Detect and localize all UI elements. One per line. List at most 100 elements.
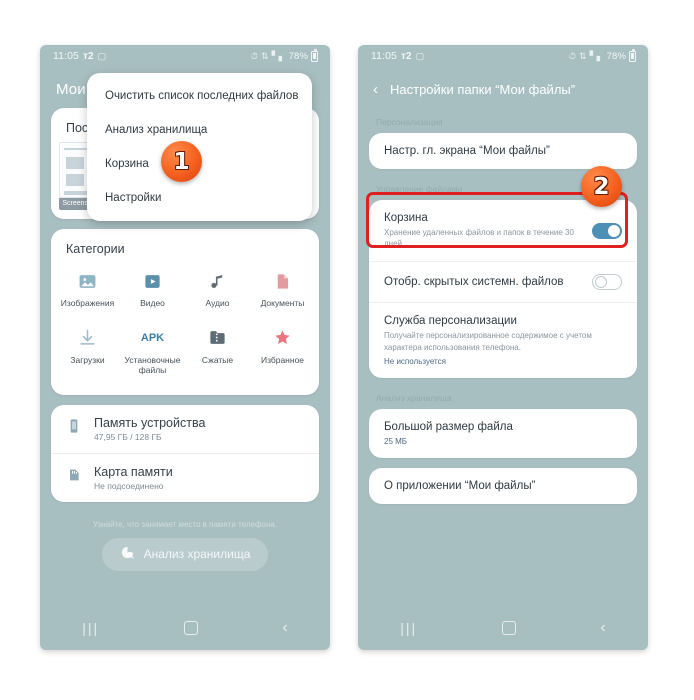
storage-device-subtitle: 47,95 ГБ / 128 ГБ bbox=[94, 431, 162, 442]
recents-icon[interactable]: ||| bbox=[82, 620, 99, 636]
storage-card: Память устройства 47,95 ГБ / 128 ГБ Карт… bbox=[51, 404, 319, 502]
back-icon[interactable]: ‹ bbox=[600, 619, 605, 637]
image-icon: ▢ bbox=[415, 50, 425, 61]
phone-screen-left: 11:05 т2 ▢ ⏱ ⇅ ▘▖ 78% Мои файлы Последни… bbox=[40, 45, 330, 650]
storage-analysis-icon bbox=[120, 545, 135, 563]
category-archives[interactable]: Сжатые bbox=[185, 322, 250, 381]
setting-trash-text: Корзина Хранение удаленных файлов и папо… bbox=[384, 212, 582, 249]
navigation-bar-right: ||| ‹ bbox=[358, 606, 648, 650]
image-icon bbox=[78, 270, 97, 292]
menu-item-storage-analysis[interactable]: Анализ хранилища bbox=[87, 113, 312, 147]
overflow-menu: Очистить список последних файлов Анализ … bbox=[87, 73, 312, 221]
toggle-trash[interactable] bbox=[592, 222, 622, 239]
card-storage-analysis: Большой размер файла 25 МБ bbox=[369, 408, 637, 458]
setting-large-file-size[interactable]: Большой размер файла 25 МБ bbox=[369, 409, 637, 458]
category-label: Аудио bbox=[205, 298, 230, 308]
category-images[interactable]: Изображения bbox=[55, 265, 120, 314]
status-bar-left: 11:05 т2 ▢ ⏱ ⇅ ▘▖ 78% bbox=[40, 45, 330, 67]
setting-trash[interactable]: Корзина Хранение удаленных файлов и папо… bbox=[369, 200, 637, 261]
back-icon[interactable]: ‹ bbox=[282, 619, 287, 637]
data-icon: ⇅ bbox=[578, 50, 587, 61]
categories-card: Категории Изображения Видео Аудио Докуме… bbox=[51, 229, 319, 395]
category-label: Сжатые bbox=[201, 354, 234, 365]
menu-item-clear-recent[interactable]: Очистить список последних файлов bbox=[87, 79, 312, 113]
carrier-label: т2 bbox=[401, 50, 412, 62]
status-time: 11:05 bbox=[371, 50, 397, 62]
categories-grid: Изображения Видео Аудио Документы Загруз… bbox=[51, 263, 319, 395]
menu-item-settings[interactable]: Настройки bbox=[87, 181, 312, 215]
setting-about-app[interactable]: О приложении “Мои файлы” bbox=[369, 468, 637, 504]
data-icon: ⇅ bbox=[260, 50, 269, 61]
apk-icon: APK bbox=[140, 331, 165, 344]
document-icon bbox=[273, 270, 292, 292]
category-documents[interactable]: Документы bbox=[250, 265, 315, 314]
setting-home-screen[interactable]: Настр. гл. экрана “Мои файлы” bbox=[369, 133, 637, 169]
category-audio[interactable]: Аудио bbox=[185, 265, 250, 314]
battery-percent: 78% bbox=[288, 50, 308, 62]
setting-title: Отобр. скрытых системн. файлов bbox=[384, 276, 564, 289]
audio-icon bbox=[208, 270, 227, 292]
status-bar-right-left-group: 11:05 т2 ▢ bbox=[371, 50, 424, 62]
step-badge-1: 1 bbox=[161, 141, 202, 182]
category-label: Загрузки bbox=[70, 354, 105, 365]
section-label-personalization: Персонализация bbox=[376, 117, 443, 127]
toggle-show-hidden-files[interactable] bbox=[592, 274, 622, 291]
section-label-storage-analysis: Анализ хранилища bbox=[376, 392, 452, 403]
alarm-icon: ⏱ bbox=[568, 50, 576, 61]
setting-value: 25 МБ bbox=[384, 436, 408, 446]
settings-header: ‹ Настройки папки “Мои файлы” bbox=[358, 67, 648, 111]
status-bar-right: 11:05 т2 ▢ ⏱ ⇅ ▘▖ 78% bbox=[358, 45, 648, 67]
setting-title: Настр. гл. экрана “Мои файлы” bbox=[384, 145, 550, 157]
card-about: О приложении “Мои файлы” bbox=[369, 467, 637, 504]
storage-device-text: Память устройства 47,95 ГБ / 128 ГБ bbox=[94, 416, 205, 442]
category-label: Видео bbox=[140, 298, 165, 308]
chevron-left-icon[interactable]: ‹ bbox=[373, 82, 378, 97]
setting-show-hidden-files[interactable]: Отобр. скрытых системн. файлов bbox=[369, 261, 637, 302]
battery-icon bbox=[311, 48, 318, 62]
category-apk[interactable]: APK Установочные файлы bbox=[120, 322, 185, 381]
category-label: Установочные файлы bbox=[124, 354, 181, 376]
storage-row-device[interactable]: Память устройства 47,95 ГБ / 128 ГБ bbox=[51, 405, 319, 453]
status-bar-right-group: ⏱ ⇅ ▘▖ 78% bbox=[251, 48, 318, 62]
setting-subtitle: Получайте персонализированное содержимое… bbox=[384, 331, 592, 352]
category-label: Изображения bbox=[60, 298, 115, 308]
category-favorites[interactable]: Избранное bbox=[250, 322, 315, 381]
setting-title: Большой размер файла bbox=[384, 420, 513, 433]
storage-row-sdcard[interactable]: Карта памяти Не подсоединено bbox=[51, 452, 319, 502]
carrier-label: т2 bbox=[83, 50, 94, 62]
recents-icon[interactable]: ||| bbox=[400, 620, 417, 636]
category-label: Документы bbox=[260, 298, 305, 308]
battery-icon bbox=[629, 48, 636, 62]
page-title-right: Настройки папки “Мои файлы” bbox=[390, 82, 576, 97]
archive-icon bbox=[208, 327, 227, 349]
storage-sd-title: Карта памяти bbox=[94, 464, 173, 479]
card-personalization: Настр. гл. экрана “Мои файлы” bbox=[369, 133, 637, 169]
storage-hint-text: Узнайте, что занимает место в памяти тел… bbox=[92, 519, 278, 529]
signal-icon: ▘▖ bbox=[589, 50, 604, 61]
signal-icon: ▘▖ bbox=[271, 50, 286, 61]
setting-title: Корзина bbox=[384, 212, 428, 224]
image-icon: ▢ bbox=[97, 50, 107, 61]
battery-percent: 78% bbox=[606, 50, 626, 62]
step-badge-2: 2 bbox=[581, 166, 622, 207]
phone-storage-icon bbox=[66, 418, 82, 439]
phone-screen-right: 11:05 т2 ▢ ⏱ ⇅ ▘▖ 78% ‹ Настройки папки … bbox=[358, 45, 648, 650]
card-file-management: Корзина Хранение удаленных файлов и папо… bbox=[369, 200, 637, 378]
navigation-bar-left: ||| ‹ bbox=[40, 606, 330, 650]
analyze-storage-button[interactable]: Анализ хранилища bbox=[102, 537, 268, 571]
category-label: Избранное bbox=[260, 354, 305, 365]
storage-sd-text: Карта памяти Не подсоединено bbox=[94, 465, 173, 491]
category-video[interactable]: Видео bbox=[120, 265, 185, 314]
status-bar-left-group: 11:05 т2 ▢ bbox=[53, 50, 106, 62]
home-icon[interactable] bbox=[501, 621, 516, 635]
setting-status: Не используется bbox=[384, 356, 446, 366]
status-time: 11:05 bbox=[53, 50, 79, 62]
setting-personalization-service[interactable]: Служба персонализации Получайте персонал… bbox=[369, 302, 637, 377]
star-icon bbox=[273, 327, 292, 349]
category-downloads[interactable]: Загрузки bbox=[55, 322, 120, 381]
home-icon[interactable] bbox=[183, 621, 198, 635]
video-icon bbox=[143, 270, 162, 292]
storage-sd-subtitle: Не подсоединено bbox=[94, 480, 164, 491]
setting-title: Служба персонализации bbox=[384, 315, 517, 328]
setting-subtitle: Хранение удаленных файлов и папок в тече… bbox=[384, 228, 574, 249]
